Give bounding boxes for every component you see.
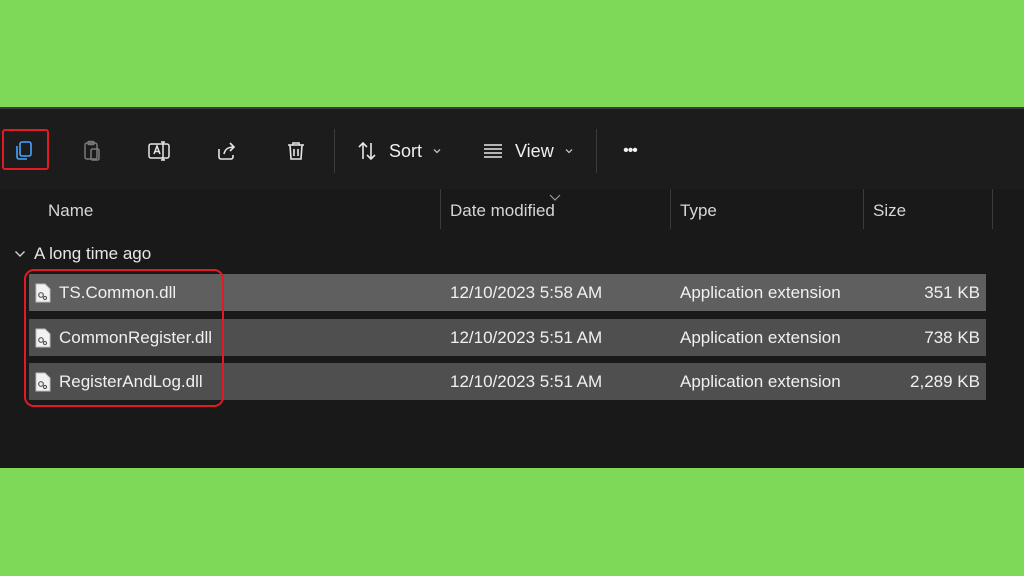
column-header-date[interactable]: Date modified bbox=[450, 189, 555, 229]
sort-icon bbox=[355, 139, 379, 163]
chevron-down-icon bbox=[14, 244, 34, 264]
files-highlight-box bbox=[24, 269, 224, 407]
file-type: Application extension bbox=[680, 372, 841, 391]
chevron-down-icon bbox=[564, 146, 574, 156]
file-size: 2,289 KB bbox=[910, 372, 980, 391]
copy-highlight-box bbox=[2, 129, 49, 170]
view-label: View bbox=[515, 140, 554, 161]
rename-button[interactable] bbox=[143, 131, 175, 171]
sort-label: Sort bbox=[389, 140, 423, 161]
more-icon: ••• bbox=[623, 142, 638, 159]
column-header-row: Name Date modified Type Size bbox=[0, 189, 1024, 231]
delete-button[interactable] bbox=[280, 131, 312, 171]
more-options-button[interactable]: ••• bbox=[614, 131, 646, 171]
group-label: A long time ago bbox=[34, 244, 152, 263]
chevron-down-icon bbox=[432, 146, 442, 156]
column-divider[interactable] bbox=[863, 189, 864, 229]
column-divider[interactable] bbox=[992, 189, 993, 229]
column-divider[interactable] bbox=[670, 189, 671, 229]
file-explorer-window: Sort View ••• Name Date modified Type Si… bbox=[0, 107, 1024, 468]
toolbar-separator bbox=[334, 129, 335, 173]
file-type: Application extension bbox=[680, 328, 841, 347]
file-date: 12/10/2023 5:51 AM bbox=[450, 328, 603, 347]
delete-icon bbox=[284, 139, 308, 163]
view-list-icon bbox=[481, 139, 505, 163]
file-type: Application extension bbox=[680, 283, 841, 302]
file-size: 351 KB bbox=[924, 283, 980, 302]
command-bar: Sort View ••• bbox=[0, 109, 1024, 189]
toolbar-separator bbox=[596, 129, 597, 173]
column-header-type[interactable]: Type bbox=[680, 189, 717, 229]
column-header-name[interactable]: Name bbox=[48, 189, 93, 229]
file-date: 12/10/2023 5:51 AM bbox=[450, 372, 603, 391]
paste-icon bbox=[80, 139, 104, 163]
rename-icon bbox=[146, 139, 172, 163]
file-date: 12/10/2023 5:58 AM bbox=[450, 283, 603, 302]
share-icon bbox=[215, 139, 239, 163]
sort-button[interactable]: Sort bbox=[355, 131, 442, 171]
column-header-size[interactable]: Size bbox=[873, 189, 906, 229]
group-header[interactable]: A long time ago bbox=[14, 242, 151, 266]
file-size: 738 KB bbox=[924, 328, 980, 347]
share-button[interactable] bbox=[211, 131, 243, 171]
column-divider[interactable] bbox=[440, 189, 441, 229]
view-button[interactable]: View bbox=[481, 131, 574, 171]
paste-button[interactable] bbox=[76, 131, 108, 171]
